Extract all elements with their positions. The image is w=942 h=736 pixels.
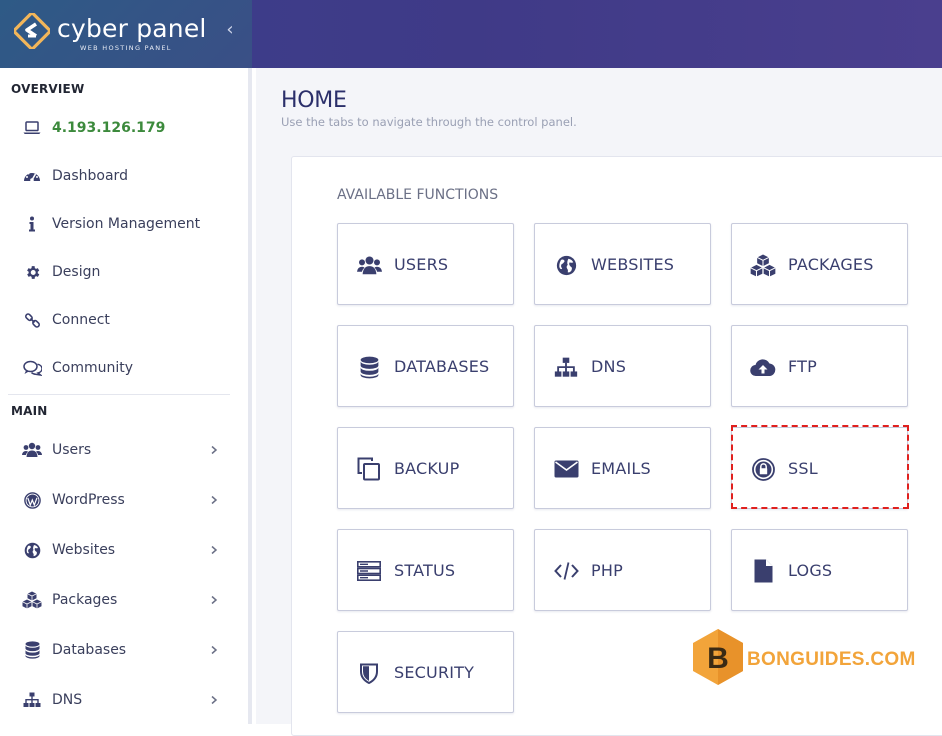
users-icon [22,440,42,460]
watermark-text: BONGUIDES.COM [747,649,916,670]
sidebar-item-label: WordPress [52,492,125,508]
sidebar-item-server-ip[interactable]: 4.193.126.179 [0,108,240,148]
function-label: LOGS [788,561,833,580]
watermark-letter: B [707,642,729,675]
sidebar-item-connect[interactable]: Connect [0,300,240,340]
copy-icon [356,456,382,482]
sidebar-item-users[interactable]: Users [0,430,240,470]
chevron-right-icon [211,545,218,555]
function-label: SSL [788,459,818,478]
function-label: SECURITY [394,663,475,682]
function-label: WEBSITES [591,255,675,274]
sidebar-item-label: DNS [52,692,83,708]
function-dns-button[interactable]: DNS [534,325,711,407]
link-icon [22,310,42,330]
function-users-button[interactable]: USERS [337,223,514,305]
sidebar-item-label: Websites [52,542,116,558]
chevron-right-icon [211,645,218,655]
function-label: BACKUP [394,459,460,478]
sidebar-item-dashboard[interactable]: Dashboard [0,156,240,196]
users-icon [356,252,382,278]
globe-icon [22,540,42,560]
function-packages-button[interactable]: PACKAGES [731,223,908,305]
wordpress-icon [22,490,42,510]
shield-icon [356,660,382,686]
server-icon [356,558,382,584]
sitemap-icon [22,690,42,710]
brand-area: cyber panel WEB HOSTING PANEL ‹ [0,0,252,68]
watermark-logo-icon: B [693,629,743,685]
function-label: FTP [788,357,817,376]
sidebar-item-label: Dashboard [52,168,128,184]
cloud-upload-icon [750,354,776,380]
function-label: USERS [394,255,449,274]
function-ftp-button[interactable]: FTP [731,325,908,407]
sidebar-item-label: Packages [52,592,118,608]
laptop-icon [22,118,42,138]
function-label: STATUS [394,561,456,580]
page-title: HOME [281,88,347,113]
function-websites-button[interactable]: WEBSITES [534,223,711,305]
sitemap-icon [553,354,579,380]
sidebar-item-label: Version Management [52,216,201,232]
database-icon [22,640,42,660]
sidebar-heading-main: MAIN [11,404,48,418]
sidebar-heading-overview: OVERVIEW [11,82,85,96]
page-subtitle: Use the tabs to navigate through the con… [281,115,577,129]
sidebar-item-label: Connect [52,312,110,328]
brand-name: cyber panel [57,14,207,43]
cyberpanel-logo-icon [14,13,50,49]
bonguides-watermark: B BONGUIDES.COM [690,627,915,691]
section-title: AVAILABLE FUNCTIONS [337,187,499,203]
function-php-button[interactable]: PHP [534,529,711,611]
sidebar: OVERVIEW 4.193.126.179 Dashboard Version… [0,68,252,724]
function-security-button[interactable]: SECURITY [337,631,514,713]
sidebar-item-databases[interactable]: Databases [0,630,240,670]
database-icon [356,354,382,380]
chevron-right-icon [211,445,218,455]
sidebar-item-packages[interactable]: Packages [0,580,240,620]
sidebar-item-dns[interactable]: DNS [0,680,240,720]
function-backup-button[interactable]: BACKUP [337,427,514,509]
brand-tagline: WEB HOSTING PANEL [80,44,172,52]
function-logs-button[interactable]: LOGS [731,529,908,611]
lock-icon [750,456,776,482]
function-ssl-button[interactable]: SSL [731,427,908,509]
sidebar-item-label: Community [52,360,134,376]
comments-icon [22,358,42,378]
function-label: PACKAGES [788,255,874,274]
tachometer-icon [22,166,42,186]
sidebar-item-label: Users [52,442,92,458]
sidebar-item-label: Design [52,264,101,280]
sidebar-item-community[interactable]: Community [0,348,240,388]
sidebar-item-label: 4.193.126.179 [52,120,166,136]
cubes-icon [22,590,42,610]
info-icon [22,214,42,234]
chevron-right-icon [211,695,218,705]
sidebar-divider [8,394,230,395]
sidebar-item-design[interactable]: Design [0,252,240,292]
envelope-icon [553,456,579,482]
chevron-right-icon [211,495,218,505]
function-emails-button[interactable]: EMAILS [534,427,711,509]
function-label: PHP [591,561,623,580]
function-status-button[interactable]: STATUS [337,529,514,611]
sidebar-item-wordpress[interactable]: WordPress [0,480,240,520]
function-label: DNS [591,357,627,376]
file-icon [750,558,776,584]
function-label: DATABASES [394,357,490,376]
chevron-right-icon [211,595,218,605]
cog-icon [22,262,42,282]
cubes-icon [750,252,776,278]
sidebar-item-websites[interactable]: Websites [0,530,240,570]
chevron-left-icon[interactable]: ‹ [222,20,238,40]
main-content: HOME Use the tabs to navigate through th… [256,68,942,736]
code-icon [553,558,579,584]
function-databases-button[interactable]: DATABASES [337,325,514,407]
sidebar-item-label: Databases [52,642,127,658]
sidebar-item-version-management[interactable]: Version Management [0,204,240,244]
function-label: EMAILS [591,459,651,478]
globe-icon [553,252,579,278]
